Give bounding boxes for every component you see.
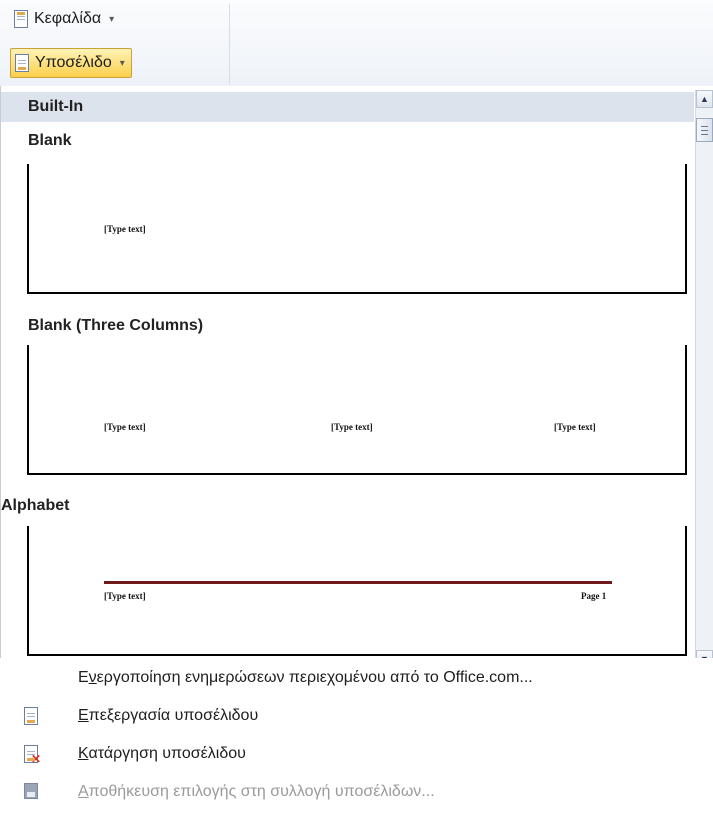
page-number-text: Page 1 xyxy=(581,591,607,601)
footer-icon xyxy=(15,54,29,72)
gallery-item-label-alphabet: Alphabet xyxy=(1,497,70,514)
scroll-up-arrow-icon[interactable]: ▲ xyxy=(696,90,713,108)
save-selection-icon xyxy=(24,783,38,799)
gallery-item-three-columns[interactable]: [Type text] [Type text] [Type text] xyxy=(27,345,687,475)
header-dropdown-button[interactable]: Κεφαλίδα ▾ xyxy=(10,6,120,32)
label-part: ατάργηση υποσέλιδου xyxy=(88,745,246,762)
access-key: Ε xyxy=(78,707,89,724)
gallery-item-label-three-columns: Blank (Three Columns) xyxy=(28,317,204,334)
menu-item-label: Ενεργοποίηση ενημερώσεων περιεχομένου απ… xyxy=(78,669,533,687)
footer-dropdown-button[interactable]: Υποσέλιδο ▾ xyxy=(10,48,132,78)
menu-item-label: Κατάργηση υποσέλιδου xyxy=(78,745,246,763)
placeholder-text-right: [Type text] xyxy=(554,422,596,432)
footer-commands-menu: Ενεργοποίηση ενημερώσεων περιεχομένου απ… xyxy=(0,658,713,830)
header-icon xyxy=(14,10,28,28)
scroll-thumb[interactable] xyxy=(696,118,713,142)
chevron-down-icon: ▾ xyxy=(119,57,125,69)
placeholder-text-center: [Type text] xyxy=(331,422,373,432)
grip-icon xyxy=(701,125,708,135)
access-key: ν xyxy=(88,669,97,686)
label-part: πεξεργασία υποσέλιδου xyxy=(88,707,259,724)
menu-item-label: Επεξεργασία υποσέλιδου xyxy=(78,707,258,725)
close-icon: ✕ xyxy=(30,752,41,766)
alphabet-rule-line xyxy=(104,581,612,584)
label-part: εργοποίηση ενημερώσεων περιεχομένου από … xyxy=(96,669,533,686)
footer-doc-icon xyxy=(24,707,38,725)
ribbon-separator xyxy=(229,4,230,84)
menu-item-edit-footer[interactable]: Επεξεργασία υποσέλιδου xyxy=(0,700,700,732)
label-part: ποθήκευση επιλογής στη συλλογή υποσέλιδω… xyxy=(88,783,435,800)
placeholder-text: [Type text] xyxy=(104,591,146,601)
menu-item-enable-updates[interactable]: Ενεργοποίηση ενημερώσεων περιεχομένου απ… xyxy=(0,662,700,694)
menu-item-save-selection: Αποθήκευση επιλογής στη συλλογή υποσέλιδ… xyxy=(0,776,700,808)
menu-item-remove-footer[interactable]: ✕ Κατάργηση υποσέλιδου xyxy=(0,738,700,770)
gallery-section-header: Built-In xyxy=(1,92,694,122)
gallery-scrollbar[interactable]: ▲ ▼ xyxy=(695,90,713,668)
placeholder-text-left: [Type text] xyxy=(104,422,146,432)
header-button-label: Κεφαλίδα xyxy=(34,10,102,27)
label-part: Ε xyxy=(78,669,89,686)
gallery-item-label-blank: Blank xyxy=(28,132,72,149)
menu-item-label: Αποθήκευση επιλογής στη συλλογή υποσέλιδ… xyxy=(78,783,435,801)
placeholder-text: [Type text] xyxy=(104,224,146,234)
gallery-item-alphabet[interactable]: [Type text] Page 1 xyxy=(27,526,687,656)
gallery-item-blank[interactable]: [Type text] xyxy=(27,164,687,294)
chevron-down-icon: ▾ xyxy=(109,13,115,25)
ribbon-group: Κεφαλίδα ▾ Υποσέλιδο ▾ xyxy=(0,0,713,86)
access-key: Κ xyxy=(78,745,89,762)
footer-button-label: Υποσέλιδο xyxy=(35,54,112,71)
remove-footer-icon: ✕ xyxy=(24,745,41,766)
access-key: Α xyxy=(78,783,89,800)
